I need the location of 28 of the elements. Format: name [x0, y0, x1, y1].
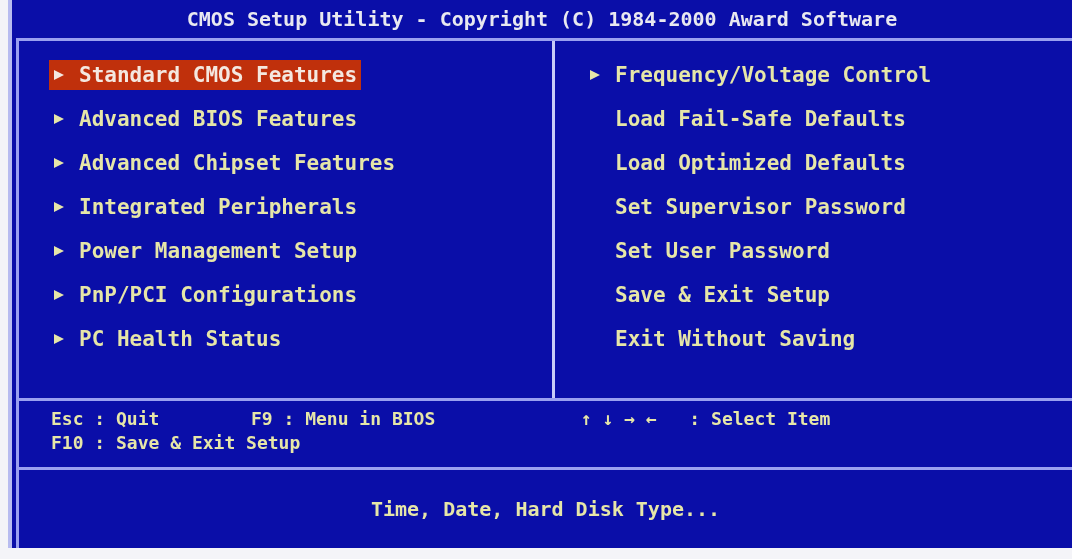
- menu-item[interactable]: PnP/PCI Configurations: [49, 280, 362, 310]
- submenu-arrow-icon: [53, 157, 65, 169]
- item-description: Time, Date, Hard Disk Type...: [370, 497, 721, 521]
- submenu-arrow-icon: [53, 113, 65, 125]
- menu-item[interactable]: Power Management Setup: [49, 236, 362, 266]
- menu-item[interactable]: Set Supervisor Password: [585, 192, 910, 222]
- key-hint: F10 : Save & Exit Setup: [51, 431, 302, 455]
- submenu-arrow-icon: [53, 69, 65, 81]
- key-hint: Esc : Quit: [51, 407, 161, 431]
- key-hint: F9 : Menu in BIOS: [251, 407, 437, 431]
- menu-item[interactable]: Standard CMOS Features: [49, 60, 362, 90]
- submenu-arrow-icon: [53, 333, 65, 345]
- menu-item[interactable]: Save & Exit Setup: [585, 280, 834, 310]
- menu-item[interactable]: Advanced Chipset Features: [49, 148, 400, 178]
- menu-item[interactable]: Frequency/Voltage Control: [585, 60, 936, 90]
- submenu-arrow-icon: [589, 69, 601, 81]
- submenu-arrow-icon: [53, 289, 65, 301]
- menu-item[interactable]: Integrated Peripherals: [49, 192, 362, 222]
- menu-item[interactable]: Load Optimized Defaults: [585, 148, 910, 178]
- window-title: CMOS Setup Utility - Copyright (C) 1984-2000 Award Software: [185, 6, 899, 33]
- key-hint: ↑ ↓ → ← : Select Item: [581, 407, 832, 431]
- menu-item[interactable]: Load Fail-Safe Defaults: [585, 104, 910, 134]
- menu-item[interactable]: Advanced BIOS Features: [49, 104, 362, 134]
- menu-item[interactable]: Exit Without Saving: [585, 324, 860, 354]
- submenu-arrow-icon: [53, 201, 65, 213]
- menu-item[interactable]: PC Health Status: [49, 324, 286, 354]
- menu-item[interactable]: Set User Password: [585, 236, 834, 266]
- submenu-arrow-icon: [53, 245, 65, 257]
